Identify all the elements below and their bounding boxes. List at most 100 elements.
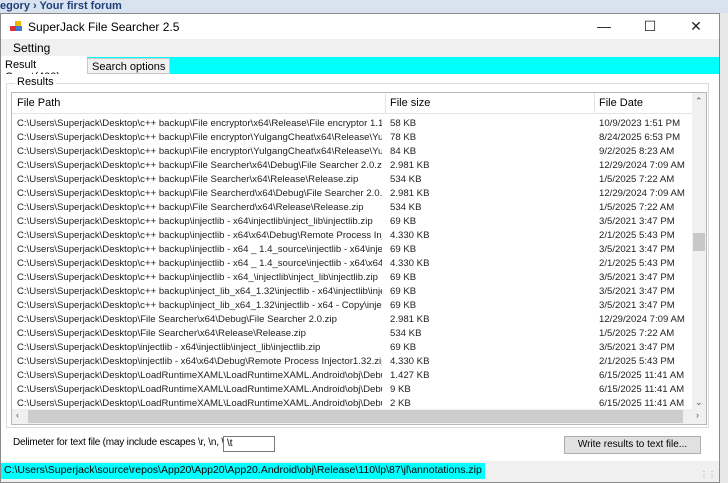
cell-file-size: 69 KB [390, 216, 417, 227]
results-panel: Results File Path File size File Date C:… [1, 74, 719, 461]
tab-strip: Result Count(400) Search options [1, 56, 719, 83]
cell-file-size: 69 KB [390, 342, 417, 353]
vertical-scroll-thumb[interactable] [693, 233, 705, 251]
table-row[interactable]: C:\Users\Superjack\Desktop\c++ backup\in… [12, 257, 694, 271]
table-row[interactable]: C:\Users\Superjack\Desktop\LoadRuntimeXA… [12, 369, 694, 383]
cell-file-path: C:\Users\Superjack\Desktop\c++ backup\Fi… [17, 188, 382, 199]
table-row[interactable]: C:\Users\Superjack\Desktop\c++ backup\in… [12, 285, 694, 299]
cell-file-size: 2.981 KB [390, 160, 430, 171]
cell-file-date: 12/29/2024 7:09 AM [599, 314, 685, 325]
table-row[interactable]: C:\Users\Superjack\Desktop\c++ backup\Fi… [12, 159, 694, 173]
cell-file-path: C:\Users\Superjack\Desktop\c++ backup\Fi… [17, 146, 382, 157]
cell-file-path: C:\Users\Superjack\Desktop\injectlib - x… [17, 356, 382, 367]
status-path: C:\Users\Superjack\source\repos\App20\Ap… [1, 463, 485, 479]
cell-file-path: C:\Users\Superjack\Desktop\c++ backup\in… [17, 272, 379, 283]
cell-file-date: 6/15/2025 11:41 AM [599, 384, 685, 395]
cell-file-path: C:\Users\Superjack\Desktop\LoadRuntimeXA… [17, 398, 382, 409]
table-row[interactable]: C:\Users\Superjack\Desktop\c++ backup\Fi… [12, 201, 694, 215]
cell-file-date: 3/5/2021 3:47 PM [599, 216, 675, 227]
status-bar: C:\Users\Superjack\source\repos\App20\Ap… [1, 461, 719, 482]
cell-file-path: C:\Users\Superjack\Desktop\c++ backup\in… [17, 244, 382, 255]
cell-file-size: 4.330 KB [390, 258, 430, 269]
cell-file-path: C:\Users\Superjack\Desktop\File Searcher… [17, 328, 307, 339]
title-bar[interactable]: SuperJack File Searcher 2.5 — ☐ ✕ [1, 14, 719, 39]
cell-file-size: 69 KB [390, 244, 417, 255]
cell-file-path: C:\Users\Superjack\Desktop\c++ backup\in… [17, 216, 373, 227]
scroll-right-icon[interactable]: › [696, 410, 699, 420]
scroll-left-icon[interactable]: ‹ [16, 410, 19, 420]
table-row[interactable]: C:\Users\Superjack\Desktop\injectlib - x… [12, 355, 694, 369]
cell-file-path: C:\Users\Superjack\Desktop\c++ backup\Fi… [17, 174, 359, 185]
cell-file-date: 3/5/2021 3:47 PM [599, 342, 675, 353]
table-row[interactable]: C:\Users\Superjack\Desktop\c++ backup\in… [12, 299, 694, 313]
table-row[interactable]: C:\Users\Superjack\Desktop\File Searcher… [12, 313, 694, 327]
cell-file-date: 1/5/2025 7:22 AM [599, 174, 675, 185]
column-header-file-size[interactable]: File size [390, 97, 430, 109]
background-desktop [720, 13, 728, 483]
table-row[interactable]: C:\Users\Superjack\Desktop\injectlib - x… [12, 341, 694, 355]
table-row[interactable]: C:\Users\Superjack\Desktop\c++ backup\in… [12, 271, 694, 285]
cell-file-size: 4.330 KB [390, 230, 430, 241]
cell-file-size: 2.981 KB [390, 314, 430, 325]
results-group-label: Results [15, 76, 56, 88]
table-row[interactable]: C:\Users\Superjack\Desktop\c++ backup\in… [12, 243, 694, 257]
cell-file-path: C:\Users\Superjack\Desktop\c++ backup\in… [17, 286, 382, 297]
horizontal-scrollbar[interactable]: ‹ › [12, 409, 706, 424]
vertical-scrollbar[interactable]: ⌃ ⌄ [692, 93, 706, 410]
menu-bar: Setting [1, 39, 719, 57]
table-row[interactable]: C:\Users\Superjack\Desktop\c++ backup\Fi… [12, 145, 694, 159]
window-title: SuperJack File Searcher 2.5 [28, 20, 180, 34]
table-row[interactable]: C:\Users\Superjack\Desktop\c++ backup\Fi… [12, 117, 694, 131]
column-divider[interactable] [385, 93, 386, 114]
table-row[interactable]: C:\Users\Superjack\Desktop\c++ backup\Fi… [12, 131, 694, 145]
cell-file-size: 69 KB [390, 300, 417, 311]
delimiter-input[interactable]: \t [223, 436, 275, 452]
maximize-button[interactable]: ☐ [627, 14, 673, 39]
cell-file-size: 2 KB [390, 398, 411, 409]
cell-file-path: C:\Users\Superjack\Desktop\c++ backup\in… [17, 258, 382, 269]
table-row[interactable]: C:\Users\Superjack\Desktop\c++ backup\Fi… [12, 173, 694, 187]
scroll-down-icon[interactable]: ⌄ [695, 397, 703, 408]
cell-file-date: 10/9/2023 1:51 PM [599, 118, 681, 129]
tab-search-options[interactable]: Search options [87, 58, 171, 74]
cell-file-path: C:\Users\Superjack\Desktop\c++ backup\in… [17, 230, 382, 241]
close-button[interactable]: ✕ [673, 14, 719, 39]
resize-grip-icon[interactable]: ⋮⋮ [700, 470, 716, 479]
cell-file-date: 8/24/2025 6:53 PM [599, 132, 681, 143]
table-row[interactable]: C:\Users\Superjack\Desktop\File Searcher… [12, 327, 694, 341]
tab-result-count[interactable]: Result Count(400) [1, 56, 87, 83]
app-window: SuperJack File Searcher 2.5 — ☐ ✕ Settin… [0, 13, 720, 483]
table-row[interactable]: C:\Users\Superjack\Desktop\c++ backup\in… [12, 215, 694, 229]
cell-file-date: 3/5/2021 3:47 PM [599, 300, 675, 311]
cell-file-size: 9 KB [390, 384, 411, 395]
cell-file-size: 2.981 KB [390, 188, 430, 199]
cell-file-size: 58 KB [390, 118, 417, 129]
horizontal-scroll-thumb[interactable] [28, 410, 683, 423]
column-divider[interactable] [594, 93, 595, 114]
table-row[interactable]: C:\Users\Superjack\Desktop\LoadRuntimeXA… [12, 383, 694, 397]
cell-file-date: 2/1/2025 5:43 PM [599, 230, 675, 241]
scroll-up-icon[interactable]: ⌃ [695, 96, 703, 107]
table-row[interactable]: C:\Users\Superjack\Desktop\c++ backup\Fi… [12, 187, 694, 201]
cell-file-path: C:\Users\Superjack\Desktop\c++ backup\in… [17, 300, 382, 311]
cell-file-path: C:\Users\Superjack\Desktop\LoadRuntimeXA… [17, 384, 382, 395]
cell-file-size: 1.427 KB [390, 370, 430, 381]
cell-file-path: C:\Users\Superjack\Desktop\c++ backup\Fi… [17, 118, 382, 129]
menu-setting[interactable]: Setting [13, 41, 50, 55]
write-results-button[interactable]: Write results to text file... [564, 436, 701, 454]
background-browser: egory › Your first forum [0, 0, 728, 13]
column-header-file-date[interactable]: File Date [599, 97, 643, 109]
cell-file-path: C:\Users\Superjack\Desktop\LoadRuntimeXA… [17, 370, 382, 381]
minimize-button[interactable]: — [581, 14, 627, 39]
cell-file-date: 3/5/2021 3:47 PM [599, 272, 675, 283]
cell-file-path: C:\Users\Superjack\Desktop\injectlib - x… [17, 342, 321, 353]
cell-file-path: C:\Users\Superjack\Desktop\c++ backup\Fi… [17, 132, 382, 143]
column-header-file-path[interactable]: File Path [17, 97, 60, 109]
cell-file-date: 3/5/2021 3:47 PM [599, 286, 675, 297]
table-row[interactable]: C:\Users\Superjack\Desktop\c++ backup\in… [12, 229, 694, 243]
cell-file-date: 2/1/2025 5:43 PM [599, 356, 675, 367]
results-listview[interactable]: File Path File size File Date C:\Users\S… [11, 92, 707, 425]
cell-file-size: 69 KB [390, 286, 417, 297]
cell-file-size: 69 KB [390, 272, 417, 283]
cell-file-size: 78 KB [390, 132, 417, 143]
